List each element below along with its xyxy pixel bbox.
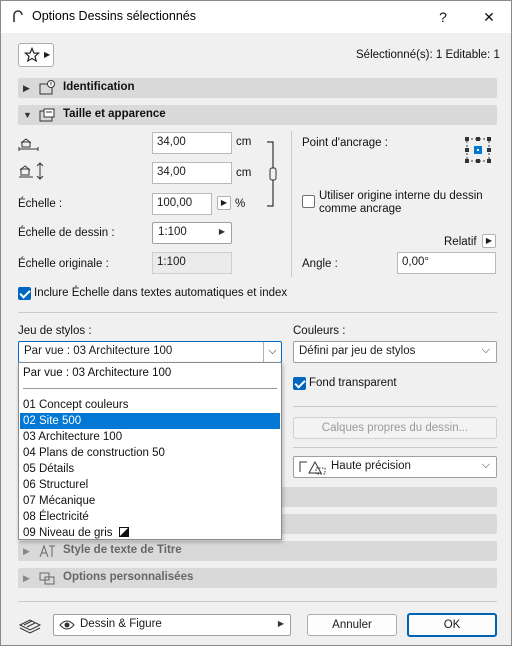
horizontal-divider [293, 447, 497, 448]
anchor-label: Point d'ancrage : [302, 137, 388, 149]
pens-selected-value: Par vue : 03 Architecture 100 [24, 345, 173, 357]
quality-select[interactable]: Haute précision ⌵ [293, 456, 497, 478]
height-unit: cm [236, 167, 252, 179]
quality-icon [299, 460, 326, 475]
section-taille-label: Taille et apparence [63, 108, 166, 120]
dropdown-item-highlighted[interactable]: 02 Site 500 [20, 413, 280, 429]
chevron-down-icon: ⌵ [481, 344, 490, 356]
layer-stack-icon [18, 619, 42, 634]
window-title: Options Dessins sélectionnés [32, 9, 196, 23]
dropdown-item-grayscale[interactable]: 09 Niveau de gris [20, 525, 280, 541]
echelle-input[interactable]: 100,00 [152, 193, 212, 215]
section-taille[interactable]: ▼ Taille et apparence [18, 105, 497, 125]
height-icon [19, 162, 44, 180]
dropdown-item[interactable]: 03 Architecture 100 [20, 429, 280, 445]
section-identification-label: Identification [63, 81, 135, 93]
dropdown-item[interactable]: Par vue : 03 Architecture 100 [20, 365, 280, 381]
arrow-right-icon: ▶ [218, 227, 225, 236]
identification-icon [39, 80, 55, 95]
expand-right-icon: ▶ [23, 546, 30, 556]
relatif-label: Relatif [444, 236, 477, 248]
angle-label: Angle : [302, 258, 338, 270]
echelle-label: Échelle : [18, 198, 63, 210]
arrow-right-icon: ▶ [277, 619, 284, 628]
dropdown-item-label: 09 Niveau de gris [23, 527, 113, 539]
help-button[interactable]: ? [429, 5, 457, 29]
quality-value: Haute précision [331, 460, 411, 472]
echelle-originale-value: 1:100 [152, 252, 232, 274]
dropdown-item[interactable]: 01 Concept couleurs [20, 397, 280, 413]
echelle-dessin-label: Échelle de dessin : [18, 227, 115, 239]
anchor-point-grid-icon[interactable] [462, 134, 494, 166]
expand-right-icon: ▶ [23, 573, 30, 583]
cancel-button[interactable]: Annuler [307, 614, 397, 636]
dropdown-item[interactable]: 08 Électricité [20, 509, 280, 525]
app-icon [13, 10, 23, 22]
colors-select[interactable]: Défini par jeu de stylos ⌵ [293, 341, 497, 363]
width-icon [18, 138, 39, 151]
echelle-dessin-select[interactable]: 1:100 ▶ [152, 222, 232, 244]
inclure-checkbox[interactable] [18, 287, 31, 300]
view-select[interactable]: Dessin & Figure ▶ [53, 614, 291, 636]
ok-button[interactable]: OK [407, 613, 497, 637]
echelle-unit: % [235, 198, 246, 210]
dropdown-divider [23, 388, 277, 389]
origine-label: Utiliser origine interne du dessin comme… [319, 190, 483, 215]
section-style-titre[interactable]: ▶ Style de texte de Titre [18, 541, 497, 561]
drawing-size-icon [39, 108, 55, 122]
calques-button[interactable]: Calques propres du dessin... [293, 417, 497, 439]
dropdown-item[interactable]: 05 Détails [20, 461, 280, 477]
origine-checkbox[interactable] [302, 195, 315, 208]
colors-selected-value: Défini par jeu de stylos [299, 345, 416, 357]
height-input[interactable]: 34,00 [152, 162, 232, 184]
vertical-divider [291, 131, 292, 277]
star-icon [24, 47, 40, 63]
dropdown-item[interactable]: 07 Mécanique [20, 493, 280, 509]
favorites-button[interactable]: ▶ [18, 43, 54, 67]
fond-transparent-checkbox[interactable] [293, 377, 306, 390]
echelle-dessin-value: 1:100 [158, 226, 187, 238]
chevron-down-icon: ⌵ [263, 342, 281, 362]
relatif-menu-button[interactable]: ▶ [482, 234, 496, 248]
selection-info: Sélectionné(s): 1 Editable: 1 [356, 49, 500, 61]
expand-right-icon: ▶ [23, 83, 30, 93]
dialog-window: Options Dessins sélectionnés ? ✕ ▶ Sélec… [0, 0, 512, 646]
section-identification[interactable]: ▶ Identification [18, 78, 497, 98]
custom-options-icon [39, 572, 55, 585]
section-options-perso-label: Options personnalisées [63, 571, 194, 583]
horizontal-divider [18, 312, 497, 313]
horizontal-divider [18, 601, 497, 602]
width-unit: cm [236, 136, 252, 148]
width-input[interactable]: 34,00 [152, 132, 232, 154]
favorites-arrow-icon: ▶ [44, 50, 51, 59]
section-style-titre-label: Style de texte de Titre [63, 544, 182, 556]
grayscale-icon [118, 527, 129, 537]
close-button[interactable]: ✕ [475, 5, 503, 29]
colors-label: Couleurs : [293, 325, 346, 337]
expand-down-icon: ▼ [23, 110, 32, 120]
eye-icon [59, 620, 75, 630]
dropdown-item[interactable]: 06 Structurel [20, 477, 280, 493]
echelle-menu-button[interactable]: ▶ [217, 196, 231, 210]
pens-dropdown-list: Par vue : 03 Architecture 100 01 Concept… [18, 362, 282, 540]
inclure-label: Inclure Échelle dans textes automatiques… [34, 287, 288, 299]
title-bar: Options Dessins sélectionnés ? ✕ [1, 1, 511, 33]
horizontal-divider [293, 406, 497, 407]
title-style-icon [39, 544, 55, 558]
chevron-down-icon: ⌵ [481, 459, 490, 471]
view-select-value: Dessin & Figure [80, 618, 162, 630]
pens-select[interactable]: Par vue : 03 Architecture 100 ⌵ [18, 341, 282, 363]
echelle-originale-label: Échelle originale : [18, 258, 109, 270]
dropdown-item[interactable]: 04 Plans de construction 50 [20, 445, 280, 461]
chain-link-icon[interactable] [265, 141, 279, 207]
fond-transparent-label: Fond transparent [309, 377, 397, 389]
angle-input[interactable]: 0,00° [397, 252, 496, 274]
pens-label: Jeu de stylos : [18, 325, 92, 337]
section-options-perso[interactable]: ▶ Options personnalisées [18, 568, 497, 588]
